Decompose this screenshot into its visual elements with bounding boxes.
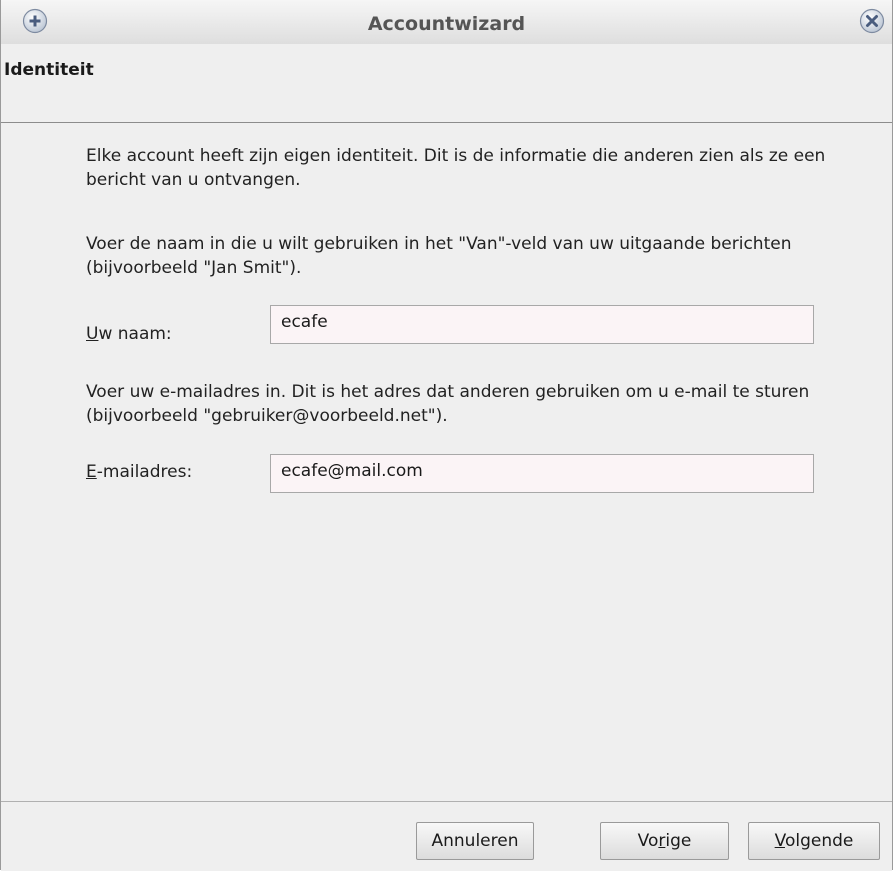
- wizard-footer: Annuleren Vorige Volgende: [1, 801, 892, 871]
- account-wizard-window: Accountwizard Identiteit Elke account he…: [0, 0, 893, 871]
- name-instructions: Voer de naam in die u wilt gebruiken in …: [86, 234, 792, 278]
- email-label: E-mailadres:: [86, 462, 192, 482]
- back-label-post: ige: [665, 831, 692, 851]
- intro-text: Elke account heeft zijn eigen identiteit…: [86, 146, 826, 190]
- back-label-pre: Vo: [637, 831, 659, 851]
- titlebar[interactable]: Accountwizard: [1, 0, 892, 45]
- close-icon[interactable]: [859, 8, 885, 34]
- name-input[interactable]: ecafe: [270, 305, 814, 344]
- cancel-button[interactable]: Annuleren: [416, 822, 534, 860]
- next-button[interactable]: Volgende: [748, 822, 880, 860]
- email-label-access-key: E: [86, 462, 97, 482]
- wizard-header: Identiteit: [1, 44, 892, 123]
- email-input[interactable]: ecafe@mail.com: [270, 454, 814, 493]
- window-title: Accountwizard: [367, 13, 526, 35]
- wizard-content: Elke account heeft zijn eigen identiteit…: [1, 123, 892, 801]
- name-label: Uw naam:: [86, 324, 172, 344]
- email-instructions: Voer uw e-mailadres in. Dit is het adres…: [86, 382, 810, 426]
- email-label-text: -mailadres:: [96, 462, 193, 482]
- name-label-access-key: U: [86, 324, 99, 344]
- name-label-text: w naam:: [98, 324, 172, 344]
- next-label-post: olgende: [784, 831, 854, 851]
- back-button[interactable]: Vorige: [600, 822, 729, 860]
- page-title: Identiteit: [4, 60, 94, 80]
- next-label-key: V: [774, 831, 785, 851]
